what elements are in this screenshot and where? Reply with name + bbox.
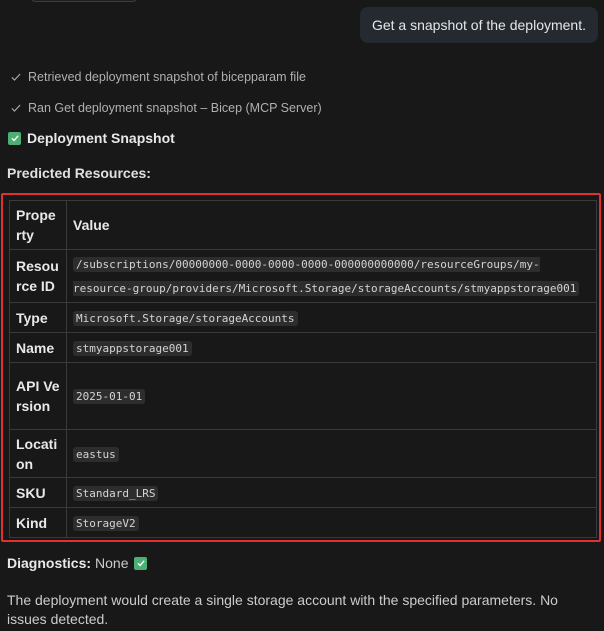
summary-text: The deployment would create a single sto… [7,592,558,627]
row-value: /subscriptions/00000000-0000-0000-0000-0… [66,249,597,303]
row-value: 2025-01-01 [66,362,597,430]
row-key: Name [9,332,67,363]
table-row: Location eastus [9,429,597,478]
row-value: Standard_LRS [66,477,597,508]
row-key: Type [9,302,67,333]
api-version-code: 2025-01-01 [73,389,146,404]
row-value: eastus [66,429,597,478]
table-row: API Version 2025-01-01 [9,362,597,430]
row-key: API Version [9,362,67,430]
user-message-bubble: Get a snapshot of the deployment. [359,7,598,43]
check-icon [11,104,21,112]
row-value: Microsoft.Storage/storageAccounts [66,302,597,333]
progress-text: Ran Get deployment snapshot – Bicep (MCP… [28,101,322,115]
check-box-icon [134,556,148,570]
type-code: Microsoft.Storage/storageAccounts [73,310,298,326]
sku-code: Standard_LRS [73,485,159,501]
progress-item-retrieved[interactable]: Retrieved deployment snapshot of biceppa… [10,70,306,84]
check-icon [11,73,21,81]
table-row: Type Microsoft.Storage/storageAccounts [9,302,597,333]
highlight-frame: Property Value Resource ID /subscription… [1,193,601,542]
row-key: Location [9,429,67,478]
resource-table: Property Value Resource ID /subscription… [9,200,597,538]
name-code: stmyappstorage001 [73,340,192,356]
table-row: Kind StorageV2 [9,507,597,538]
check-box-icon [8,131,21,145]
chat-panel: Get a snapshot of the deployment. Retrie… [0,0,604,631]
row-key: Resource ID [9,249,67,303]
previous-input-edge [30,0,138,2]
header-value: Value [66,200,597,250]
row-key: Kind [9,507,67,538]
table-row: SKU Standard_LRS [9,477,597,508]
table-row: Name stmyappstorage001 [9,332,597,363]
diagnostics-value: None [95,555,129,571]
resource-id-code: /subscriptions/00000000-0000-0000-0000-0… [73,257,580,296]
row-value: stmyappstorage001 [66,332,597,363]
row-key: SKU [9,477,67,508]
predicted-resources-label: Predicted Resources: [7,165,151,181]
progress-item-ran-tool[interactable]: Ran Get deployment snapshot – Bicep (MCP… [10,101,322,115]
snapshot-heading: Deployment Snapshot [8,130,175,146]
kind-code: StorageV2 [73,515,139,531]
snapshot-heading-text: Deployment Snapshot [27,130,175,146]
diagnostics-line: Diagnostics: None [7,555,148,571]
row-value: StorageV2 [66,507,597,538]
diagnostics-label: Diagnostics: [7,555,92,571]
header-property: Property [9,200,67,250]
user-message-text: Get a snapshot of the deployment. [371,17,586,33]
table-row: Resource ID /subscriptions/00000000-0000… [9,249,597,303]
location-code: eastus [73,446,119,462]
progress-text: Retrieved deployment snapshot of biceppa… [28,70,306,84]
table-header-row: Property Value [9,200,597,250]
